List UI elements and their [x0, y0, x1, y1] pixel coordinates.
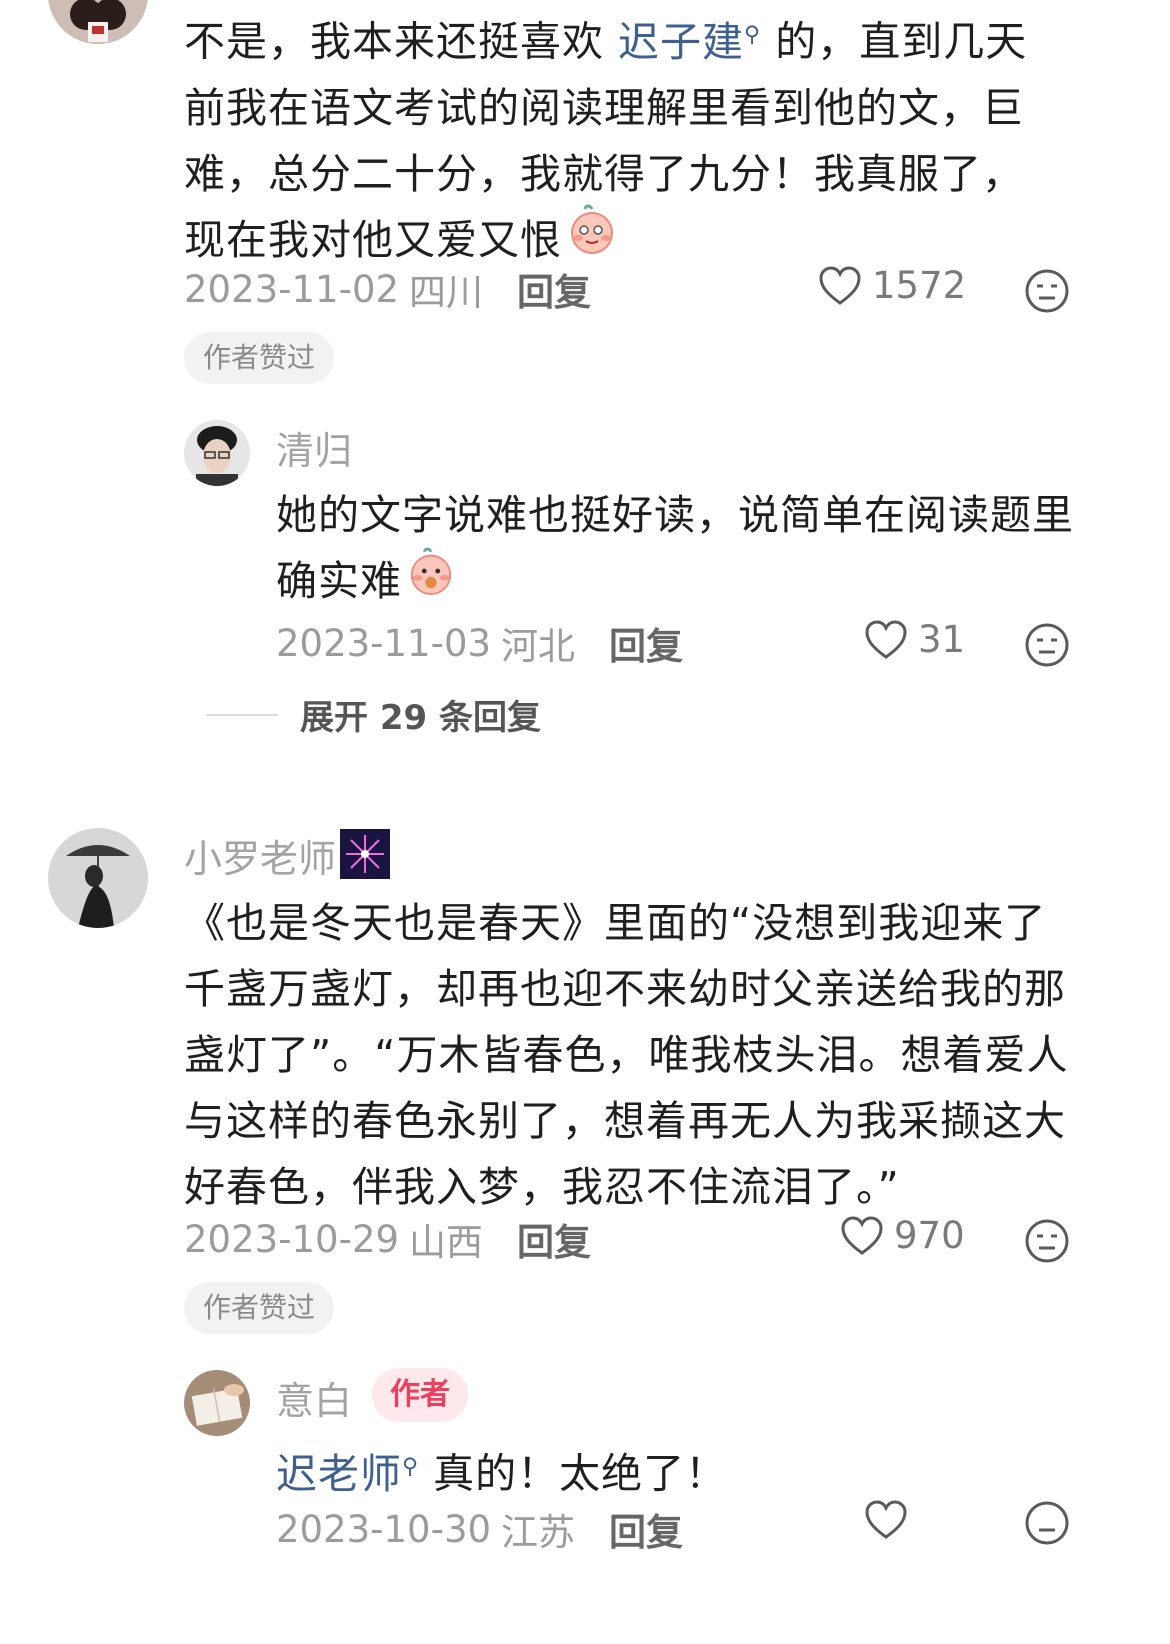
- neutral-face-icon[interactable]: [1024, 1500, 1070, 1550]
- fireworks-icon: [340, 829, 391, 888]
- like-count: 1572: [872, 264, 967, 307]
- neutral-face-icon: [1025, 1219, 1069, 1263]
- heart-outline-icon: [841, 1215, 883, 1255]
- dislike-button[interactable]: [1024, 622, 1070, 672]
- author-liked-chip: 作者赞过: [184, 332, 335, 384]
- replier-avatar[interactable]: [184, 1370, 250, 1436]
- search-icon: ⚲: [402, 1454, 420, 1479]
- like-button[interactable]: 970: [840, 1214, 965, 1257]
- like-button[interactable]: 31: [864, 618, 965, 661]
- comment-feed: 不是，我本来还挺喜欢 迟子建⚲ 的，直到几天前我在语文考试的阅读理解里看到他的文…: [0, 0, 1170, 1644]
- reply-date: 2023-11-03: [276, 621, 492, 665]
- neutral-face-icon: [1025, 623, 1069, 667]
- comment-date: 2023-10-29: [184, 1217, 400, 1261]
- avatar-image: [184, 1370, 250, 1436]
- reply-date: 2023-10-30: [276, 1507, 492, 1551]
- dislike-button[interactable]: [1024, 268, 1070, 318]
- like-count: 970: [894, 1214, 965, 1257]
- avatar-image: [48, 0, 148, 44]
- comment-body: 不是，我本来还挺喜欢 迟子建⚲ 的，直到几天前我在语文考试的阅读理解里看到他的文…: [184, 2, 1064, 274]
- heart-outline-icon[interactable]: [864, 1500, 908, 1544]
- expand-replies-button[interactable]: 展开 29 条回复: [206, 690, 541, 739]
- reply-meta: 2023-11-03 河北 回复: [276, 616, 683, 670]
- replier-avatar[interactable]: [184, 420, 250, 486]
- reply-region: 河北: [501, 625, 576, 668]
- reply-button[interactable]: 回复: [609, 616, 683, 670]
- like-count: 31: [918, 618, 966, 661]
- commenter-avatar[interactable]: [48, 0, 148, 44]
- commenter-avatar[interactable]: [48, 828, 148, 928]
- mention-link[interactable]: 迟子建⚲: [618, 18, 761, 66]
- divider: [206, 713, 278, 716]
- avatar-image: [48, 828, 148, 928]
- comment-meta: 2023-10-29 山西 回复: [184, 1212, 591, 1266]
- expand-replies-label: 展开 29 条回复: [300, 698, 541, 738]
- reply-button[interactable]: 回复: [609, 1502, 683, 1556]
- avatar-image: [184, 420, 250, 486]
- blushing-peach-emoji: [406, 546, 456, 615]
- author-badge: 作者: [372, 1368, 468, 1422]
- reply-username[interactable]: 意白: [276, 1370, 352, 1425]
- mention-link[interactable]: 迟老师⚲: [276, 1450, 419, 1498]
- reply-meta: 2023-10-30 江苏 回复: [276, 1502, 683, 1556]
- heart-outline-icon: [865, 619, 907, 659]
- comment-username[interactable]: 小罗老师: [184, 828, 391, 888]
- search-icon: ⚲: [744, 22, 762, 47]
- heart-outline-icon: [819, 265, 861, 305]
- comment-body: 《也是冬天也是春天》里面的“没想到我迎来了千盏万盏灯，却再也迎不来幼时父亲送给我…: [184, 899, 1069, 1211]
- reply-body: 她的文字说难也挺好读，说简单在阅读题里确实难: [276, 482, 1076, 615]
- dislike-button[interactable]: [1024, 1218, 1070, 1268]
- reply-body: 迟老师⚲ 真的！太绝了！: [276, 1449, 728, 1498]
- neutral-face-icon: [1025, 269, 1069, 313]
- reply-button[interactable]: 回复: [517, 262, 591, 316]
- reply-username[interactable]: 清归: [276, 420, 352, 475]
- comment-meta: 2023-11-02 四川 回复: [184, 262, 591, 316]
- reply-button[interactable]: 回复: [517, 1212, 591, 1266]
- comment-region: 四川: [409, 271, 484, 314]
- like-button[interactable]: 1572: [818, 264, 966, 307]
- comment-region: 山西: [409, 1221, 484, 1264]
- comment-date: 2023-11-02: [184, 267, 400, 311]
- reply-region: 江苏: [501, 1511, 576, 1554]
- author-liked-chip: 作者赞过: [184, 1282, 335, 1334]
